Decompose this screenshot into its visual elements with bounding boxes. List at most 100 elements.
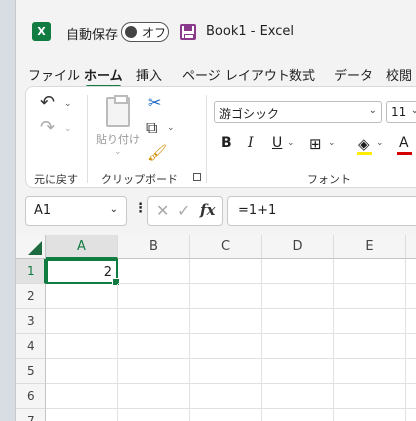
cell-f4[interactable] bbox=[406, 334, 416, 359]
clipboard-launcher-icon[interactable] bbox=[193, 173, 201, 181]
paste-dropdown-icon[interactable]: ⌄ bbox=[114, 147, 122, 157]
cell-a7[interactable] bbox=[46, 409, 118, 421]
tab-formulas[interactable]: 数式 bbox=[289, 65, 315, 84]
cell-a1[interactable]: 2 bbox=[46, 259, 120, 286]
cell-e2[interactable] bbox=[334, 284, 406, 309]
row-header-5[interactable]: 5 bbox=[16, 359, 46, 384]
cell-b6[interactable] bbox=[118, 384, 190, 409]
cell-c2[interactable] bbox=[190, 284, 262, 309]
column-header-c[interactable]: C bbox=[190, 235, 262, 259]
cell-c6[interactable] bbox=[190, 384, 262, 409]
cell-d5[interactable] bbox=[262, 359, 334, 384]
tab-home[interactable]: ホーム bbox=[84, 65, 123, 88]
cell-a3[interactable] bbox=[46, 309, 118, 334]
tab-data[interactable]: データ bbox=[334, 65, 373, 84]
column-header-d[interactable]: D bbox=[262, 235, 334, 259]
cell-f1[interactable] bbox=[406, 259, 416, 284]
cell-e5[interactable] bbox=[334, 359, 406, 384]
tab-page-layout[interactable]: ページ レイアウト bbox=[182, 65, 290, 84]
cell-d1[interactable] bbox=[262, 259, 334, 284]
cell-b3[interactable] bbox=[118, 309, 190, 334]
cell-b7[interactable] bbox=[118, 409, 190, 421]
copy-icon[interactable]: ⧉ bbox=[146, 120, 157, 136]
borders-dropdown-icon[interactable]: ⌄ bbox=[328, 138, 336, 148]
redo-icon[interactable]: ↷ bbox=[40, 119, 55, 137]
name-box[interactable]: A1 ⌄ bbox=[25, 196, 127, 226]
cell-f7[interactable] bbox=[406, 409, 416, 421]
column-header-a[interactable]: A bbox=[46, 235, 118, 259]
column-header-b[interactable]: B bbox=[118, 235, 190, 259]
copy-dropdown-icon[interactable]: ⌄ bbox=[167, 123, 175, 133]
enter-icon[interactable]: ✓ bbox=[177, 203, 190, 219]
save-icon[interactable] bbox=[180, 24, 196, 40]
cell-c3[interactable] bbox=[190, 309, 262, 334]
row-header-1[interactable]: 1 bbox=[16, 259, 46, 284]
italic-button[interactable]: I bbox=[248, 135, 254, 151]
redo-dropdown-icon[interactable]: ⌄ bbox=[64, 124, 72, 134]
tab-review[interactable]: 校閲 bbox=[386, 65, 412, 84]
cell-b5[interactable] bbox=[118, 359, 190, 384]
cell-a2[interactable] bbox=[46, 284, 118, 309]
row-header-2[interactable]: 2 bbox=[16, 284, 46, 309]
ribbon: ↶ ⌄ ↷ ⌄ 元に戻す 貼り付け ⌄ ✂ ⧉ ⌄ 🖌 クリップボード 游ゴシッ… bbox=[25, 86, 416, 188]
cell-f5[interactable] bbox=[406, 359, 416, 384]
cell-c5[interactable] bbox=[190, 359, 262, 384]
title-bar: X 自動保存 オフ Book1 - Excel bbox=[16, 0, 416, 62]
autosave-state: オフ bbox=[142, 26, 167, 40]
row-header-6[interactable]: 6 bbox=[16, 384, 46, 409]
more-options-icon[interactable]: ⋮ bbox=[134, 201, 147, 216]
fill-color-dropdown-icon[interactable]: ⌄ bbox=[376, 138, 384, 148]
chevron-down-icon: ⌄ bbox=[109, 204, 118, 215]
row-header-3[interactable]: 3 bbox=[16, 309, 46, 334]
cell-f6[interactable] bbox=[406, 384, 416, 409]
cell-c1[interactable] bbox=[190, 259, 262, 284]
undo-icon[interactable]: ↶ bbox=[40, 94, 55, 112]
cell-d4[interactable] bbox=[262, 334, 334, 359]
tab-insert[interactable]: 挿入 bbox=[136, 65, 162, 84]
cell-e6[interactable] bbox=[334, 384, 406, 409]
cell-e1[interactable] bbox=[334, 259, 406, 284]
row-header-4[interactable]: 4 bbox=[16, 334, 46, 359]
autosave-label: 自動保存 bbox=[66, 28, 119, 43]
cell-b4[interactable] bbox=[118, 334, 190, 359]
cell-a6[interactable] bbox=[46, 384, 118, 409]
cell-a5[interactable] bbox=[46, 359, 118, 384]
column-header-f[interactable] bbox=[406, 235, 416, 259]
cell-e3[interactable] bbox=[334, 309, 406, 334]
formula-input[interactable]: =1+1 bbox=[227, 196, 416, 226]
cell-e4[interactable] bbox=[334, 334, 406, 359]
cell-d3[interactable] bbox=[262, 309, 334, 334]
underline-dropdown-icon[interactable]: ⌄ bbox=[287, 138, 295, 148]
undo-group-label: 元に戻す bbox=[34, 173, 78, 186]
paste-icon[interactable] bbox=[106, 95, 130, 127]
cell-d2[interactable] bbox=[262, 284, 334, 309]
bold-button[interactable]: B bbox=[221, 135, 232, 151]
fill-color-icon[interactable]: ◈ bbox=[358, 135, 370, 153]
cell-c4[interactable] bbox=[190, 334, 262, 359]
cancel-icon[interactable]: ✕ bbox=[156, 203, 169, 219]
cell-b2[interactable] bbox=[118, 284, 190, 309]
cell-a4[interactable] bbox=[46, 334, 118, 359]
document-title: Book1 - Excel bbox=[206, 24, 295, 39]
column-header-e[interactable]: E bbox=[334, 235, 406, 259]
cell-d7[interactable] bbox=[262, 409, 334, 421]
cut-icon[interactable]: ✂ bbox=[148, 95, 161, 111]
underline-button[interactable]: U bbox=[272, 135, 282, 151]
format-painter-icon[interactable]: 🖌 bbox=[147, 145, 167, 161]
insert-function-button[interactable]: fx bbox=[200, 202, 215, 218]
row-header-7[interactable]: 7 bbox=[16, 409, 46, 421]
font-size-select[interactable]: 11 ⌄ bbox=[386, 101, 416, 123]
borders-icon[interactable]: ⊞ bbox=[309, 135, 322, 153]
cell-c7[interactable] bbox=[190, 409, 262, 421]
autosave-toggle[interactable]: オフ bbox=[121, 22, 169, 42]
cell-d6[interactable] bbox=[262, 384, 334, 409]
cell-f2[interactable] bbox=[406, 284, 416, 309]
cell-b1[interactable] bbox=[118, 259, 190, 284]
cell-f3[interactable] bbox=[406, 309, 416, 334]
tab-file[interactable]: ファイル bbox=[28, 65, 80, 84]
select-all-button[interactable] bbox=[16, 235, 46, 259]
font-name-select[interactable]: 游ゴシック ⌄ bbox=[214, 101, 382, 123]
cell-e7[interactable] bbox=[334, 409, 406, 421]
font-color-button[interactable]: A bbox=[399, 135, 409, 151]
undo-dropdown-icon[interactable]: ⌄ bbox=[64, 99, 72, 109]
